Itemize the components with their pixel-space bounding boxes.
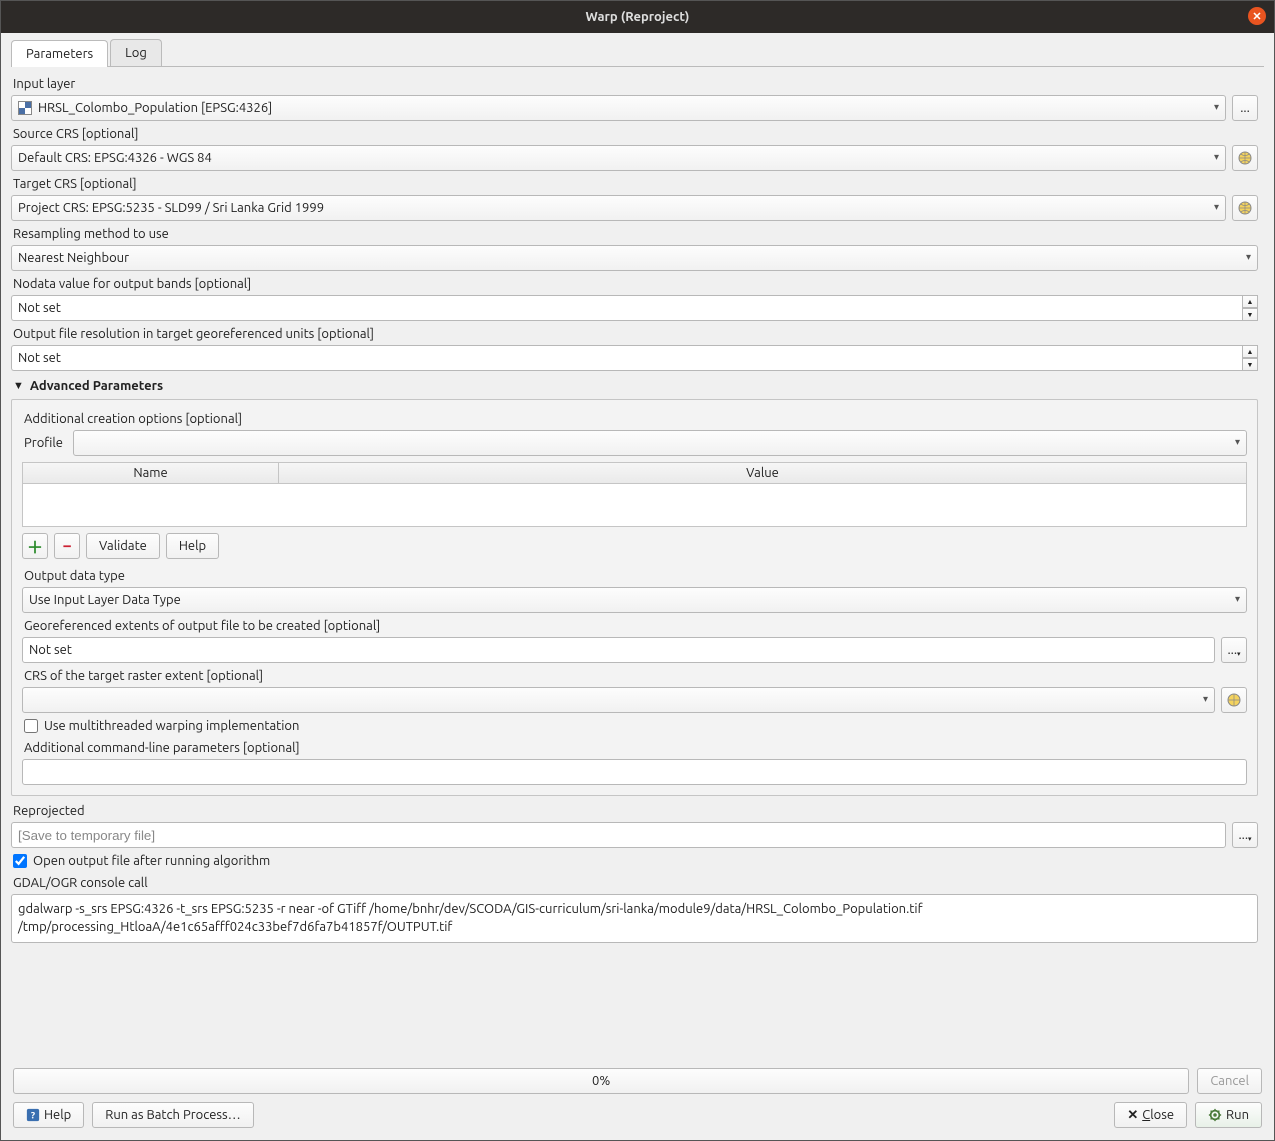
resampling-combo[interactable]: Nearest Neighbour xyxy=(11,245,1258,271)
table-header-value: Value xyxy=(279,463,1246,483)
resampling-label: Resampling method to use xyxy=(11,223,1258,245)
gear-run-icon xyxy=(1208,1108,1222,1122)
add-cmd-label: Additional command-line parameters [opti… xyxy=(22,737,1247,759)
window-titlebar: Warp (Reproject) ✕ xyxy=(1,1,1274,33)
tab-bar: Parameters Log xyxy=(11,39,1264,67)
target-crs-combo[interactable]: Project CRS: EPSG:5235 - SLD99 / Sri Lan… xyxy=(11,195,1226,221)
crs-target-extent-combo[interactable] xyxy=(22,687,1215,713)
out-dtype-label: Output data type xyxy=(22,565,1247,587)
out-dtype-value: Use Input Layer Data Type xyxy=(29,593,181,607)
validate-button[interactable]: Validate xyxy=(86,533,160,559)
out-res-label: Output file resolution in target georefe… xyxy=(11,323,1258,345)
open-after-label: Open output file after running algorithm xyxy=(33,854,270,868)
raster-layer-icon xyxy=(18,101,32,115)
nodata-spin-up[interactable]: ▲ xyxy=(1242,295,1258,308)
nodata-input[interactable]: Not set xyxy=(11,295,1242,321)
advanced-parameters-label: Advanced Parameters xyxy=(30,379,163,393)
nodata-value: Not set xyxy=(18,301,61,315)
multithread-checkbox[interactable] xyxy=(24,719,38,733)
geo-extents-browse-button[interactable]: ...▾ xyxy=(1221,637,1247,663)
out-dtype-combo[interactable]: Use Input Layer Data Type xyxy=(22,587,1247,613)
source-crs-picker-button[interactable] xyxy=(1232,145,1258,171)
add-cmd-input[interactable] xyxy=(22,759,1247,785)
crs-target-extent-picker-button[interactable] xyxy=(1221,687,1247,713)
gdal-call-textarea[interactable]: gdalwarp -s_srs EPSG:4326 -t_srs EPSG:52… xyxy=(11,894,1258,943)
add-row-button[interactable]: ＋ xyxy=(22,533,48,559)
geo-extents-input[interactable]: Not set xyxy=(22,637,1215,663)
reprojected-output-input[interactable] xyxy=(11,822,1226,848)
gdal-call-label: GDAL/OGR console call xyxy=(11,872,1258,894)
add-creation-label: Additional creation options [optional] xyxy=(22,408,1247,430)
caret-down-icon: ▼ xyxy=(13,380,24,392)
target-crs-picker-button[interactable] xyxy=(1232,195,1258,221)
input-layer-browse-button[interactable]: ... xyxy=(1232,95,1258,121)
open-after-checkbox[interactable] xyxy=(13,854,27,868)
tab-log[interactable]: Log xyxy=(110,39,162,66)
reprojected-browse-button[interactable]: ...▾ xyxy=(1232,822,1258,848)
reprojected-label: Reprojected xyxy=(11,800,1258,822)
profile-label: Profile xyxy=(22,432,67,454)
out-res-spin-up[interactable]: ▲ xyxy=(1242,345,1258,358)
input-layer-value: HRSL_Colombo_Population [EPSG:4326] xyxy=(38,101,272,115)
crs-target-extent-label: CRS of the target raster extent [optiona… xyxy=(22,665,1247,687)
close-button[interactable]: ✕ Close xyxy=(1114,1102,1187,1128)
plus-icon: ＋ xyxy=(27,534,43,558)
source-crs-label: Source CRS [optional] xyxy=(11,123,1258,145)
tab-parameters[interactable]: Parameters xyxy=(11,40,108,67)
nodata-spin-down[interactable]: ▼ xyxy=(1242,308,1258,321)
resampling-value: Nearest Neighbour xyxy=(18,251,129,265)
geo-extents-value: Not set xyxy=(29,643,72,657)
multithread-label: Use multithreaded warping implementation xyxy=(44,719,299,733)
source-crs-value: Default CRS: EPSG:4326 - WGS 84 xyxy=(18,151,212,165)
progress-bar: 0% xyxy=(13,1068,1189,1094)
input-layer-label: Input layer xyxy=(11,73,1258,95)
advanced-parameters-toggle[interactable]: ▼ Advanced Parameters xyxy=(11,373,1258,399)
globe-icon xyxy=(1237,200,1253,216)
out-res-value: Not set xyxy=(18,351,61,365)
geo-extents-label: Georeferenced extents of output file to … xyxy=(22,615,1247,637)
creation-options-body[interactable] xyxy=(23,484,1246,526)
progress-text: 0% xyxy=(592,1074,610,1088)
profile-combo[interactable] xyxy=(73,430,1247,456)
close-window-button[interactable]: ✕ xyxy=(1248,7,1266,25)
help-button[interactable]: ? Help xyxy=(13,1102,84,1128)
target-crs-label: Target CRS [optional] xyxy=(11,173,1258,195)
globe-icon xyxy=(1237,150,1253,166)
out-res-spin-down[interactable]: ▼ xyxy=(1242,358,1258,371)
x-icon: ✕ xyxy=(1127,1108,1138,1123)
advanced-parameters-group: Additional creation options [optional] P… xyxy=(11,399,1258,796)
run-as-batch-button[interactable]: Run as Batch Process… xyxy=(92,1102,253,1128)
parameters-scroll-area[interactable]: Input layer HRSL_Colombo_Population [EPS… xyxy=(11,67,1264,1062)
source-crs-combo[interactable]: Default CRS: EPSG:4326 - WGS 84 xyxy=(11,145,1226,171)
target-crs-value: Project CRS: EPSG:5235 - SLD99 / Sri Lan… xyxy=(18,201,324,215)
globe-icon xyxy=(1226,692,1242,708)
help-creation-button[interactable]: Help xyxy=(166,533,219,559)
help-icon: ? xyxy=(26,1108,40,1122)
minus-icon: − xyxy=(62,537,71,555)
out-res-input[interactable]: Not set xyxy=(11,345,1242,371)
nodata-label: Nodata value for output bands [optional] xyxy=(11,273,1258,295)
input-layer-combo[interactable]: HRSL_Colombo_Population [EPSG:4326] xyxy=(11,95,1226,121)
run-button[interactable]: Run xyxy=(1195,1102,1262,1128)
svg-text:?: ? xyxy=(31,1110,35,1121)
window-title: Warp (Reproject) xyxy=(586,10,690,24)
creation-options-table: Name Value xyxy=(22,462,1247,527)
cancel-button: Cancel xyxy=(1197,1068,1262,1094)
remove-row-button[interactable]: − xyxy=(54,533,80,559)
table-header-name: Name xyxy=(23,463,279,483)
